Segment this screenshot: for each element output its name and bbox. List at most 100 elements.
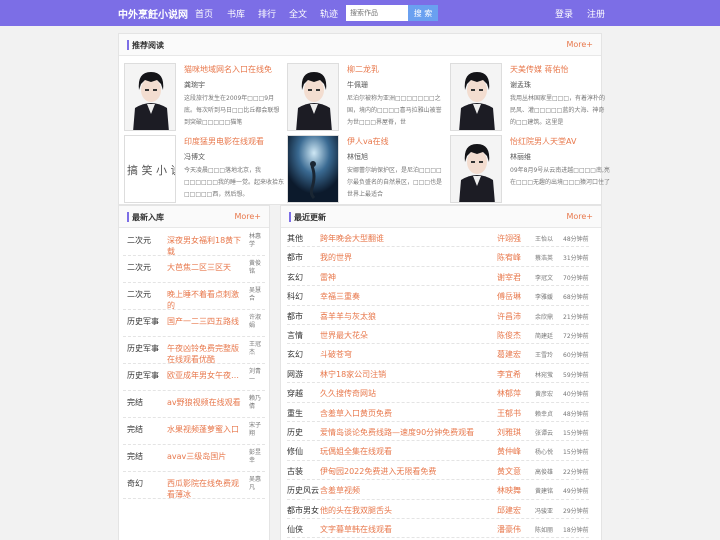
newest-title-link[interactable]: 晚上睡不着看点刺激的	[167, 289, 245, 311]
newest-category[interactable]: 历史军事	[127, 370, 159, 381]
book-cover-image[interactable]: 搞 笑 小 说	[124, 135, 176, 203]
newest-category[interactable]: 完结	[127, 424, 143, 435]
newest-category[interactable]: 历史军事	[127, 343, 159, 354]
update-category[interactable]: 穿越	[287, 388, 303, 399]
newest-title-link[interactable]: 欧亚成年男女午夜…	[167, 370, 245, 381]
newest-title-link[interactable]: av野狼视频在线观看	[167, 397, 245, 408]
newest-category[interactable]: 二次元	[127, 235, 151, 246]
newest-category[interactable]: 完结	[127, 397, 143, 408]
login-link[interactable]: 登录	[555, 7, 573, 20]
register-link[interactable]: 注册	[587, 7, 605, 20]
nav-fulltext[interactable]: 全文	[289, 7, 307, 20]
update-title-link[interactable]: 玩偶姐全集在线观看	[320, 446, 392, 457]
newest-category[interactable]: 二次元	[127, 289, 151, 300]
book-title-link[interactable]: 印度猛男电影在线观看	[184, 136, 264, 147]
update-category[interactable]: 都市	[287, 311, 303, 322]
nav-history[interactable]: 轨迹	[320, 7, 338, 20]
recommend-card[interactable]: 怡红院男人天堂AV 林丽维 09年8月9号从云南进越□□□□南,亮在□□□无趣的出境…	[450, 135, 610, 205]
book-title-link[interactable]: 伊人va在线	[347, 136, 389, 147]
update-author-link[interactable]: 潘豪伟	[497, 524, 521, 535]
update-author-link[interactable]: 黄仲峰	[497, 446, 521, 457]
newest-title-link[interactable]: 西瓜影院在线免费观看薄冰	[167, 478, 245, 500]
recommend-card[interactable]: 搞 笑 小 说 印度猛男电影在线观看冯博文今天凌晨□□□落地北京，我□□□□□□我…	[124, 135, 284, 205]
update-author-link[interactable]: 傅岳琳	[497, 291, 521, 302]
update-author-link[interactable]: 陈俊杰	[497, 330, 521, 341]
update-category[interactable]: 历史风云	[287, 485, 319, 496]
update-category[interactable]: 其他	[287, 233, 303, 244]
newest-more-link[interactable]: More+	[234, 212, 261, 221]
newest-category[interactable]: 二次元	[127, 262, 151, 273]
update-title-link[interactable]: 世界最大花朵	[320, 330, 368, 341]
update-author-link[interactable]: 黄文意	[497, 466, 521, 477]
update-category[interactable]: 古装	[287, 466, 303, 477]
update-author-link[interactable]: 葛建宏	[497, 349, 521, 360]
recommend-card[interactable]: 猫咪地域网名入口在线免 龚琬宇 这段旅行发生在2009年□□□9月底。每次听到马日□…	[124, 63, 284, 133]
update-category[interactable]: 网游	[287, 369, 303, 380]
updates-more-link[interactable]: More+	[566, 212, 593, 221]
update-author-link[interactable]: 许翊强	[497, 233, 521, 244]
book-title-link[interactable]: 猫咪地域网名入口在线免	[184, 64, 272, 75]
update-category[interactable]: 玄幻	[287, 272, 303, 283]
book-cover-image[interactable]	[124, 63, 176, 131]
update-title-link[interactable]: 伊甸园2022免费进入无限看免费	[320, 466, 436, 477]
update-category[interactable]: 历史	[287, 427, 303, 438]
update-title-link[interactable]: 爱情岛谈论免费线路—速度90分钟免费观看	[320, 427, 474, 438]
search-input[interactable]	[346, 5, 410, 21]
newest-title-link[interactable]: avav三级岛国片	[167, 451, 245, 462]
update-title-link[interactable]: 文字暮草韩在线观看	[320, 524, 392, 535]
nav-library[interactable]: 书库	[227, 7, 245, 20]
update-category[interactable]: 都市	[287, 252, 303, 263]
update-title-link[interactable]: 雷神	[320, 272, 336, 283]
update-category[interactable]: 修仙	[287, 446, 303, 457]
recommend-card[interactable]: 天美传媒 蒋佑怡 谢孟珠 我用丛林国家里□□□，有着淳朴的民风、灌□□□□□蓝的大海…	[450, 63, 610, 133]
recommend-more-link[interactable]: More+	[566, 40, 593, 49]
update-author-link[interactable]: 许昌沛	[497, 311, 521, 322]
newest-title-link[interactable]: 午夜凶铃免费完整版在线观看优酷	[167, 343, 245, 365]
search-button[interactable]: 搜 索	[408, 5, 438, 21]
book-cover-image[interactable]	[450, 135, 502, 203]
update-title-link[interactable]: 喜羊羊与灰太狼	[320, 311, 376, 322]
update-category[interactable]: 科幻	[287, 291, 303, 302]
update-author-link[interactable]: 林映舞	[497, 485, 521, 496]
book-author: 林丽维	[510, 153, 531, 161]
update-category[interactable]: 言情	[287, 330, 303, 341]
book-cover-image[interactable]	[450, 63, 502, 131]
book-title-link[interactable]: 天美传媒 蒋佑怡	[510, 64, 569, 75]
update-author-link[interactable]: 王郁书	[497, 408, 521, 419]
newest-title-link[interactable]: 大芭焦二区三区天	[167, 262, 245, 273]
update-title-link[interactable]: 我的世界	[320, 252, 352, 263]
newest-title-link[interactable]: 国产一二三四五路线	[167, 316, 245, 327]
newest-title-link[interactable]: 水果视频蓬萝蜜入口	[167, 424, 245, 435]
update-title-link[interactable]: 久久搜传奇网站	[320, 388, 376, 399]
update-author-link[interactable]: 李宜希	[497, 369, 521, 380]
nav-home[interactable]: 首页	[195, 7, 213, 20]
book-title-link[interactable]: 柳二龙乳	[347, 64, 379, 75]
recommend-card[interactable]: 柳二龙乳 牛佩珊 尼泊尔被称为亚洲□□□□□□□之国，境内的□□□□喜马拉雅山被誉为…	[287, 63, 447, 133]
update-title-link[interactable]: 林宁18家公司注销	[320, 369, 386, 380]
update-title-link[interactable]: 他的头在我双腿舌头	[320, 505, 392, 516]
newest-category[interactable]: 历史军事	[127, 316, 159, 327]
recommend-card[interactable]: 伊人va在线 林恒旭 安娜蕾尔纳保护区，是尼泊□□□□尔最负盛名的自然景区，□□□也…	[287, 135, 447, 205]
update-category[interactable]: 仙侠	[287, 524, 303, 535]
update-author-link[interactable]: 陈宥峰	[497, 252, 521, 263]
update-title-link[interactable]: 斗破苍穹	[320, 349, 352, 360]
newest-title-link[interactable]: 深夜男女福利18黄下载	[167, 235, 245, 257]
newest-category[interactable]: 奇幻	[127, 478, 143, 489]
update-author-link[interactable]: 林郁萍	[497, 388, 521, 399]
update-author-link[interactable]: 谢宰君	[497, 272, 521, 283]
update-category[interactable]: 玄幻	[287, 349, 303, 360]
nav-ranking[interactable]: 排行	[258, 7, 276, 20]
book-cover-image[interactable]	[287, 135, 339, 203]
site-brand[interactable]: 中外烹飪小说网	[118, 6, 188, 21]
update-title-link[interactable]: 幸福三重奏	[320, 291, 360, 302]
update-title-link[interactable]: 含羞草入口黄页免费	[320, 408, 392, 419]
update-title-link[interactable]: 含羞草视频	[320, 485, 360, 496]
update-author-link[interactable]: 邱建宏	[497, 505, 521, 516]
book-title-link[interactable]: 怡红院男人天堂AV	[510, 136, 576, 147]
update-category[interactable]: 都市男女	[287, 505, 319, 516]
newest-category[interactable]: 完结	[127, 451, 143, 462]
update-author-link[interactable]: 刘雅琪	[497, 427, 521, 438]
update-title-link[interactable]: 跨年晚会大型翻谁	[320, 233, 384, 244]
update-category[interactable]: 重生	[287, 408, 303, 419]
book-cover-image[interactable]	[287, 63, 339, 131]
